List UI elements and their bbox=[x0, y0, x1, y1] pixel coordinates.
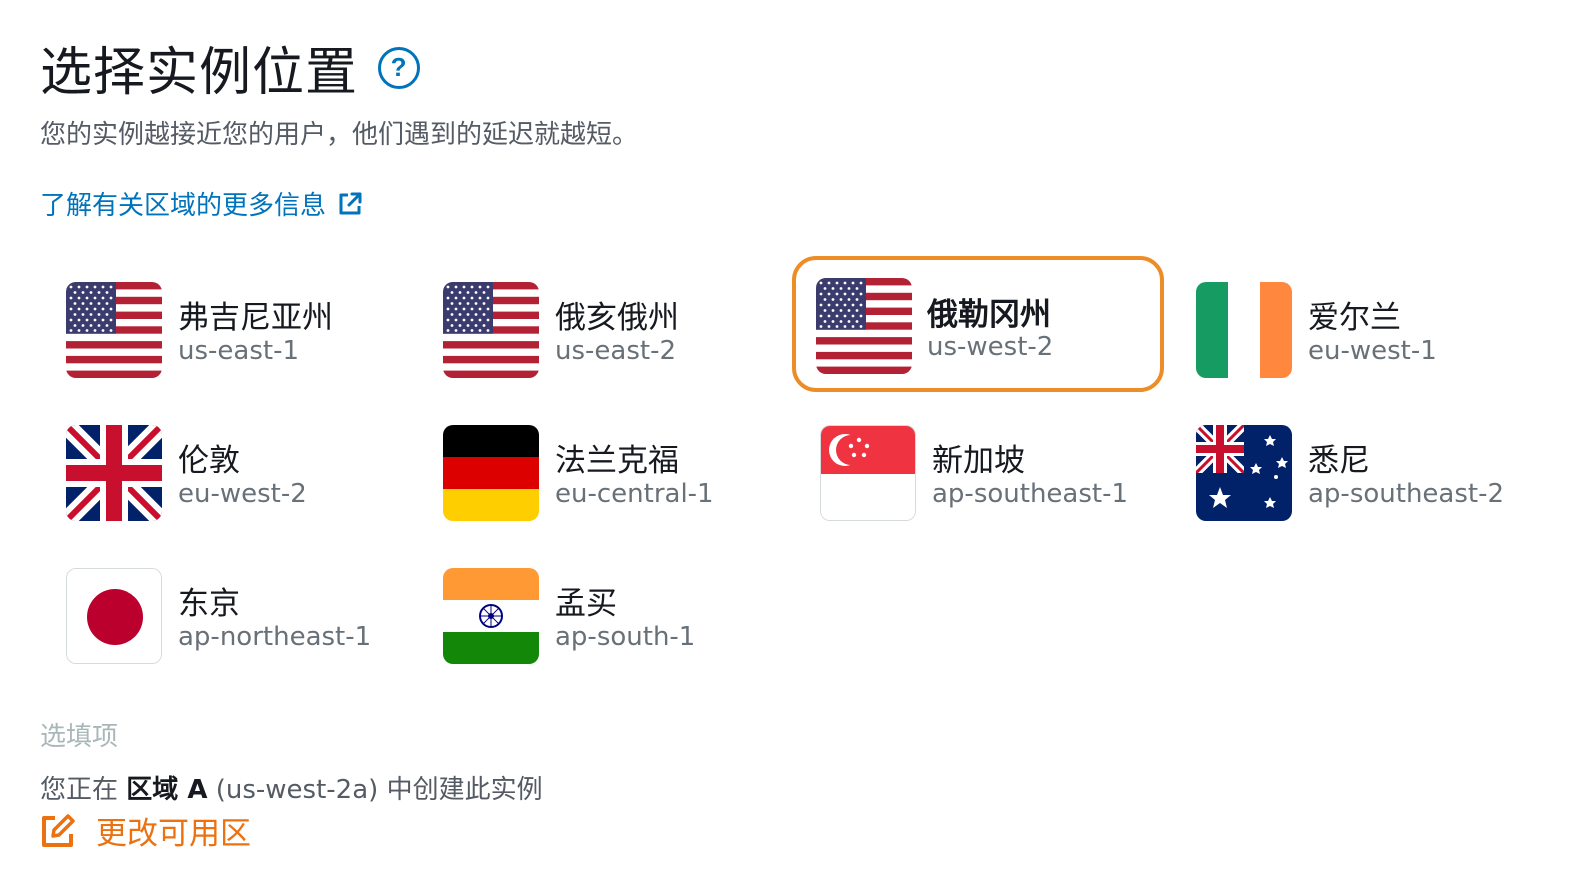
region-name: 东京 bbox=[178, 586, 240, 622]
page-header: 选择实例位置 ? bbox=[40, 30, 421, 105]
region-card-eu-central-1[interactable]: 法兰克福 eu-central-1 bbox=[421, 401, 793, 537]
region-code: ap-south-1 bbox=[555, 622, 696, 652]
region-code: us-east-2 bbox=[555, 336, 676, 366]
region-name: 悉尼 bbox=[1308, 443, 1370, 479]
region-card-us-west-2[interactable]: 俄勒冈州 us-west-2 bbox=[792, 256, 1164, 392]
region-card-eu-west-1[interactable]: 爱尔兰 eu-west-1 bbox=[1174, 258, 1546, 394]
page-title: 选择实例位置 bbox=[40, 43, 359, 103]
region-card-us-east-1[interactable]: 弗吉尼亚州 us-east-1 bbox=[44, 258, 416, 394]
zone-prefix: 您正在 bbox=[40, 775, 119, 805]
region-code: ap-northeast-1 bbox=[178, 622, 372, 652]
region-name: 爱尔兰 bbox=[1308, 300, 1401, 336]
availability-zone-statement: 您正在 区域 A (us-west-2a) 中创建此实例 bbox=[40, 769, 543, 806]
germany-flag-icon bbox=[443, 425, 539, 521]
help-icon[interactable]: ? bbox=[378, 46, 421, 89]
region-name: 孟买 bbox=[555, 586, 617, 622]
zone-name: 区域 A bbox=[126, 775, 208, 805]
us-flag-icon bbox=[816, 278, 912, 374]
learn-more-regions-link[interactable]: 了解有关区域的更多信息 bbox=[40, 185, 364, 222]
region-name: 俄亥俄州 bbox=[555, 300, 679, 336]
region-code: us-west-2 bbox=[927, 332, 1054, 362]
region-card-ap-south-1[interactable]: 孟买 ap-south-1 bbox=[421, 544, 793, 680]
region-code: ap-southeast-2 bbox=[1308, 479, 1505, 509]
japan-flag-icon bbox=[66, 568, 162, 664]
zone-suffix: 中创建此实例 bbox=[386, 775, 543, 805]
learn-more-label: 了解有关区域的更多信息 bbox=[40, 191, 327, 221]
region-name: 弗吉尼亚州 bbox=[178, 300, 333, 336]
edit-icon bbox=[42, 813, 75, 847]
india-flag-icon bbox=[443, 568, 539, 664]
change-availability-zone-label: 更改可用区 bbox=[96, 816, 251, 852]
optional-label: 选填项 bbox=[40, 722, 119, 752]
change-availability-zone-button[interactable]: 更改可用区 bbox=[40, 808, 251, 853]
us-flag-icon bbox=[443, 282, 539, 378]
zone-code: (us-west-2a) bbox=[215, 775, 379, 805]
region-code: ap-southeast-1 bbox=[932, 479, 1129, 509]
us-flag-icon bbox=[66, 282, 162, 378]
region-card-ap-southeast-1[interactable]: 新加坡 ap-southeast-1 bbox=[798, 401, 1170, 537]
page-subtitle: 您的实例越接近您的用户，他们遇到的延迟就越短。 bbox=[40, 120, 639, 150]
region-name: 伦敦 bbox=[178, 443, 240, 479]
region-card-us-east-2[interactable]: 俄亥俄州 us-east-2 bbox=[421, 258, 793, 394]
region-code: eu-central-1 bbox=[555, 479, 714, 509]
uk-flag-icon bbox=[66, 425, 162, 521]
region-code: us-east-1 bbox=[178, 336, 299, 366]
singapore-flag-icon bbox=[820, 425, 916, 521]
australia-flag-icon bbox=[1196, 425, 1292, 521]
region-card-eu-west-2[interactable]: 伦敦 eu-west-2 bbox=[44, 401, 416, 537]
region-code: eu-west-1 bbox=[1308, 336, 1437, 366]
external-link-icon bbox=[339, 192, 362, 214]
region-name: 新加坡 bbox=[932, 443, 1025, 479]
region-code: eu-west-2 bbox=[178, 479, 307, 509]
ireland-flag-icon bbox=[1196, 282, 1292, 378]
region-card-ap-southeast-2[interactable]: 悉尼 ap-southeast-2 bbox=[1174, 401, 1546, 537]
region-card-ap-northeast-1[interactable]: 东京 ap-northeast-1 bbox=[44, 544, 416, 680]
region-name: 俄勒冈州 bbox=[927, 297, 1051, 333]
region-name: 法兰克福 bbox=[555, 443, 679, 479]
